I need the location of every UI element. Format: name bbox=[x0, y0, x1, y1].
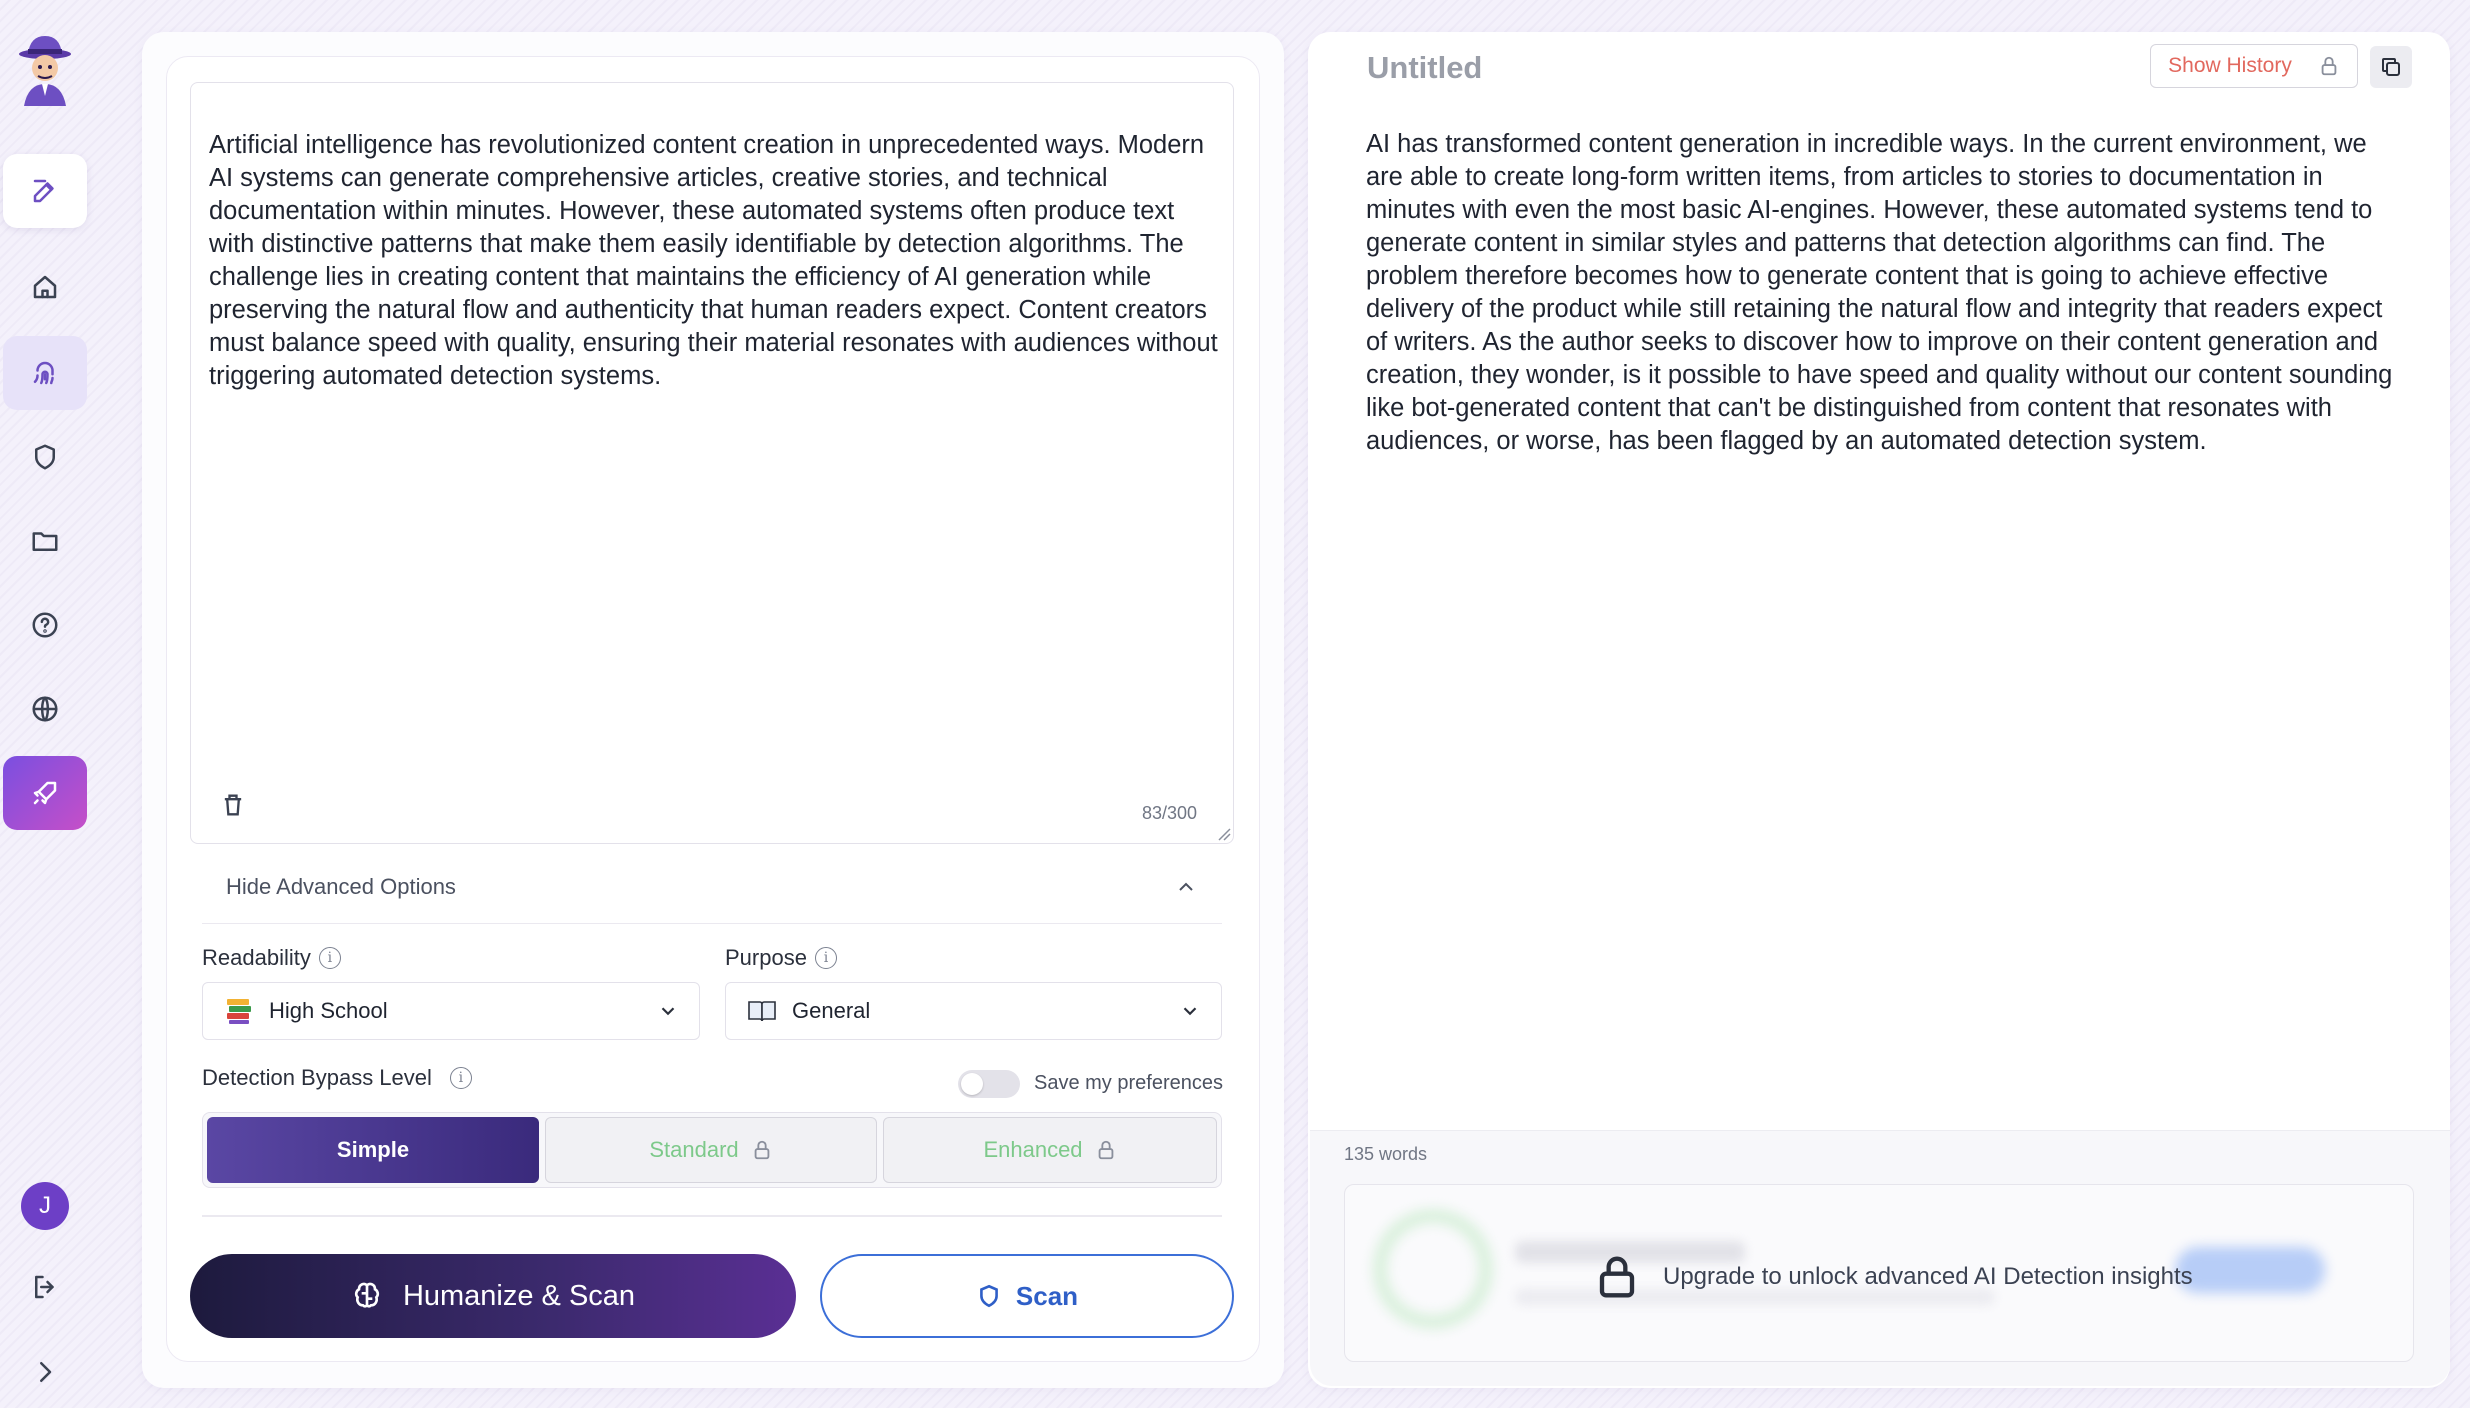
sidebar-item-folder[interactable] bbox=[3, 504, 87, 578]
lock-icon bbox=[754, 1140, 769, 1160]
ai-detection-upgrade-card[interactable]: Upgrade to unlock advanced AI Detection … bbox=[1344, 1184, 2414, 1362]
word-count: 135 words bbox=[1344, 1144, 1428, 1164]
chevron-up-icon bbox=[1179, 882, 1193, 891]
shield-icon bbox=[35, 444, 55, 470]
purpose-label: Purpose bbox=[725, 945, 807, 970]
readability-label-row: Readability i bbox=[202, 945, 341, 971]
rocket-icon bbox=[33, 781, 57, 805]
logout-button[interactable] bbox=[3, 1250, 87, 1324]
humanize-scan-label: Humanize & Scan bbox=[402, 1279, 636, 1312]
char-counter: 83/300 bbox=[1141, 803, 1197, 823]
clear-input-button[interactable] bbox=[219, 791, 247, 819]
resize-handle-icon[interactable] bbox=[1217, 827, 1231, 841]
input-text[interactable]: Artificial intelligence has revolutioniz… bbox=[209, 129, 1219, 393]
chevron-down-icon bbox=[661, 1007, 675, 1016]
home-icon bbox=[33, 275, 57, 299]
upgrade-message: Upgrade to unlock advanced AI Detection … bbox=[1663, 1263, 2193, 1290]
trash-icon bbox=[224, 794, 242, 816]
output-text[interactable]: AI has transformed content generation in… bbox=[1366, 128, 2406, 458]
bypass-level-group: Simple Standard Enhanced bbox=[202, 1112, 1222, 1188]
lock-icon bbox=[1098, 1140, 1113, 1160]
input-editor[interactable]: Artificial intelligence has revolutioniz… bbox=[190, 82, 1234, 844]
info-icon[interactable]: i bbox=[814, 947, 837, 969]
level-simple-label: Simple bbox=[336, 1137, 410, 1162]
document-title[interactable]: Untitled bbox=[1367, 50, 1482, 86]
copy-button[interactable] bbox=[2370, 46, 2412, 88]
folder-icon bbox=[32, 532, 58, 551]
blurred-action-button bbox=[2175, 1247, 2325, 1293]
advanced-options-toggle[interactable]: Hide Advanced Options bbox=[202, 850, 1222, 924]
shield-icon bbox=[980, 1284, 998, 1308]
divider bbox=[202, 1215, 1222, 1217]
sidebar-item-shield[interactable] bbox=[3, 420, 87, 494]
save-preferences-label: Save my preferences bbox=[1034, 1072, 1223, 1094]
logout-icon bbox=[35, 1275, 54, 1299]
app-logo[interactable] bbox=[14, 34, 76, 108]
sidebar-item-fingerprint[interactable] bbox=[3, 336, 87, 410]
sidebar: J bbox=[0, 0, 90, 1408]
lock-icon bbox=[1599, 1256, 1635, 1298]
books-icon bbox=[227, 999, 251, 1024]
level-enhanced-button[interactable]: Enhanced bbox=[883, 1117, 1217, 1183]
bypass-label-row: Detection Bypass Level i bbox=[202, 1065, 472, 1091]
level-simple-button[interactable]: Simple bbox=[207, 1117, 539, 1183]
level-enhanced-label: Enhanced bbox=[983, 1137, 1083, 1162]
readability-label: Readability bbox=[202, 945, 311, 970]
show-history-label: Show History bbox=[2168, 54, 2292, 77]
fingerprint-icon bbox=[33, 361, 54, 385]
globe-icon bbox=[32, 696, 58, 722]
sidebar-item-home[interactable] bbox=[3, 250, 87, 324]
copy-icon bbox=[2382, 58, 2400, 76]
readability-select[interactable]: High School bbox=[202, 982, 700, 1040]
readability-value: High School bbox=[269, 998, 388, 1023]
chevron-down-icon bbox=[1183, 1007, 1197, 1016]
save-preferences-toggle[interactable] bbox=[958, 1070, 1020, 1098]
sidebar-item-help[interactable] bbox=[3, 588, 87, 662]
sidebar-item-upgrade[interactable] bbox=[3, 756, 87, 830]
upgrade-message-row: Upgrade to unlock advanced AI Detection … bbox=[1597, 1255, 2193, 1299]
sidebar-item-language[interactable] bbox=[3, 672, 87, 746]
blurred-score-ring bbox=[1373, 1209, 1493, 1329]
purpose-label-row: Purpose i bbox=[725, 945, 837, 971]
info-icon[interactable]: i bbox=[449, 1067, 472, 1089]
purpose-value: General bbox=[792, 998, 871, 1023]
sidebar-item-edit[interactable] bbox=[3, 154, 87, 228]
humanize-scan-button[interactable]: Humanize & Scan bbox=[190, 1254, 796, 1338]
help-icon bbox=[32, 612, 58, 638]
scan-label: Scan bbox=[1015, 1280, 1079, 1311]
purpose-select[interactable]: General bbox=[725, 982, 1222, 1040]
level-standard-label: Standard bbox=[649, 1137, 739, 1162]
open-book-icon bbox=[748, 1001, 776, 1022]
scan-button[interactable]: Scan bbox=[820, 1254, 1234, 1338]
expand-sidebar-button[interactable] bbox=[3, 1336, 87, 1408]
bypass-label: Detection Bypass Level bbox=[202, 1065, 432, 1090]
level-standard-button[interactable]: Standard bbox=[545, 1117, 877, 1183]
advanced-options-label: Hide Advanced Options bbox=[226, 873, 456, 899]
brain-icon bbox=[354, 1282, 380, 1308]
lock-icon bbox=[2321, 56, 2337, 76]
chevron-right-icon bbox=[40, 1362, 52, 1382]
info-icon[interactable]: i bbox=[318, 947, 341, 969]
show-history-button[interactable]: Show History bbox=[2150, 44, 2358, 88]
user-avatar[interactable]: J bbox=[21, 1182, 69, 1230]
edit-icon bbox=[33, 179, 54, 203]
